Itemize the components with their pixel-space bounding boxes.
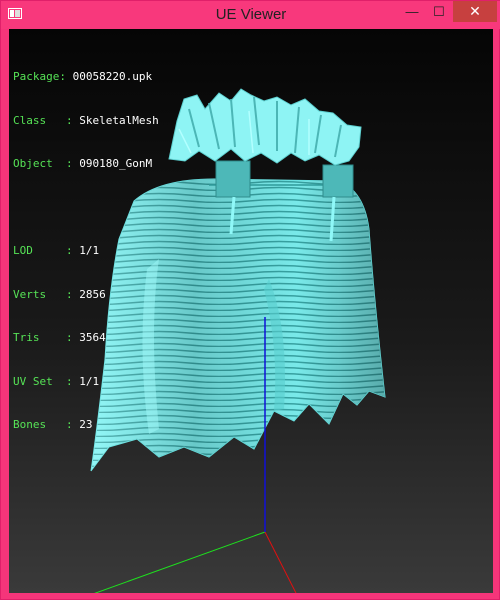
axis-x-line <box>264 531 297 593</box>
info-row-bones: Bones : 23 <box>13 418 93 431</box>
info-row-tris: Tris : 3564 <box>13 331 106 344</box>
maximize-button[interactable]: ☐ <box>426 1 452 22</box>
close-button[interactable]: ✕ <box>453 1 497 22</box>
title-bar[interactable]: UE Viewer — ☐ ✕ <box>1 1 500 29</box>
right-clasp <box>322 164 354 198</box>
info-row-class: Class : SkeletalMesh <box>13 113 159 127</box>
info-row-uvset: UV Set : 1/1 <box>13 374 100 388</box>
left-clasp <box>215 160 251 198</box>
info-row-lod: LOD : 1/1 <box>13 244 100 257</box>
info-row-verts: Verts : 2856 <box>13 287 106 301</box>
fur-collar <box>168 88 362 166</box>
minimize-button[interactable]: — <box>399 1 425 22</box>
axis-y-line <box>94 531 266 593</box>
app-window: UE Viewer — ☐ ✕ Package: 00058220.upk Cl… <box>0 0 500 600</box>
info-spacer <box>13 201 159 216</box>
3d-viewport[interactable]: Package: 00058220.upk Class : SkeletalMe… <box>9 29 493 593</box>
mesh-info-panel: Package: 00058220.upk Class : SkeletalMe… <box>13 41 159 462</box>
info-row-package: Package: 00058220.upk <box>13 70 153 83</box>
info-row-object: Object : 090180_GonM <box>13 157 153 170</box>
